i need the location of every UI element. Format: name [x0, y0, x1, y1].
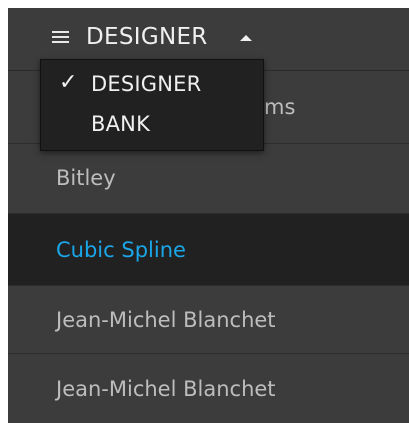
dropdown-item-bank[interactable]: BANK — [41, 106, 263, 144]
dropdown-item-label: DESIGNER — [91, 72, 202, 96]
list-item[interactable]: Jean-Michel Blanchet — [8, 354, 409, 423]
dropdown-item-designer[interactable]: ✓ DESIGNER — [41, 66, 263, 104]
list-item-label: Jean-Michel Blanchet — [56, 308, 276, 332]
designer-browser-panel: DESIGNER ms Bitley Cubic Spline Jean-Mic… — [8, 8, 409, 423]
checkmark-icon: ✓ — [59, 70, 78, 95]
list-item-label: ms — [264, 95, 296, 119]
hamburger-icon[interactable] — [52, 31, 69, 44]
list-item-label: Cubic Spline — [56, 238, 186, 262]
view-mode-dropdown: ✓ DESIGNER BANK — [40, 59, 264, 151]
list-item-selected[interactable]: Cubic Spline — [8, 214, 409, 286]
list-item-label: Jean-Michel Blanchet — [56, 377, 276, 401]
list-item-label: Bitley — [56, 166, 116, 190]
header-title[interactable]: DESIGNER — [86, 24, 208, 50]
list-item[interactable]: Jean-Michel Blanchet — [8, 286, 409, 354]
caret-up-icon[interactable] — [240, 35, 252, 41]
list-item[interactable]: Bitley — [8, 144, 409, 214]
dropdown-item-label: BANK — [91, 112, 151, 136]
